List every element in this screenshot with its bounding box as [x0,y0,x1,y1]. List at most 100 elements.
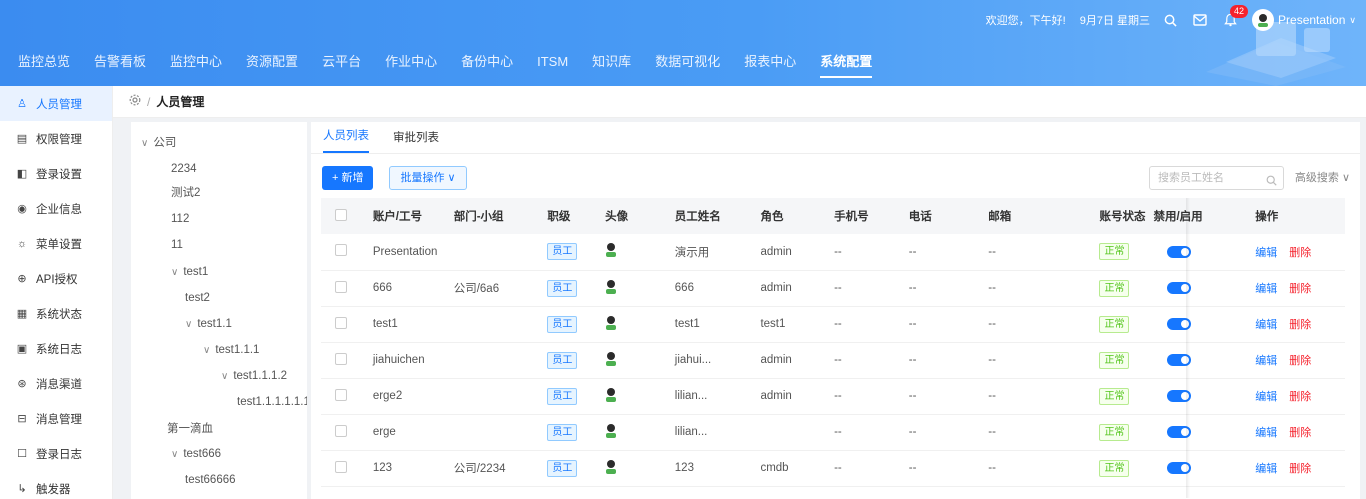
sidebar-item-user-management[interactable]: ♙ 人员管理 [0,86,112,121]
tab-user-list[interactable]: 人员列表 [323,127,369,153]
edit-link[interactable]: 编辑 [1255,283,1277,295]
table-row[interactable]: jiahuichen 员工 jiahui... admin -- -- -- 正… [321,342,1345,379]
row-checkbox[interactable] [335,352,347,365]
row-checkbox[interactable] [335,424,347,437]
sidebar-item-login-settings[interactable]: ◧ 登录设置 [0,156,112,191]
delete-link[interactable]: 删除 [1289,355,1311,367]
tree-node[interactable]: test2 [185,285,210,311]
tree-node[interactable]: ∨ test1.1 [185,311,232,337]
edit-link[interactable]: 编辑 [1255,463,1277,475]
edit-link[interactable]: 编辑 [1255,319,1277,331]
nav-item-itsm[interactable]: ITSM [525,44,580,80]
settings-icon[interactable] [129,94,141,109]
column-header: 邮箱 [980,198,1092,234]
name-cell: 演示用 [666,234,753,271]
nav-item-knowledge-base[interactable]: 知识库 [580,44,643,80]
sidebar-item-enterprise-info[interactable]: ◉ 企业信息 [0,191,112,226]
nav-item-system-config[interactable]: 系统配置 [808,44,884,80]
edit-link[interactable]: 编辑 [1255,355,1277,367]
dept-cell [445,306,540,343]
top-user-bar: 欢迎您，下午好! 9月7日 星期三 42 Presentation ∨ [986,0,1366,40]
tree-node[interactable]: ∨ test1.1.1 [203,337,259,363]
mail-icon[interactable] [1192,12,1208,28]
table-row[interactable]: Presentation 员工 演示用 admin -- -- -- 正常 编辑… [321,234,1345,271]
sidebar-item-api-auth[interactable]: ⊕ API授权 [0,261,112,296]
table-row[interactable]: 666 公司/6a6 员工 666 admin -- -- -- 正常 编辑 删除 [321,270,1345,307]
edit-link[interactable]: 编辑 [1255,427,1277,439]
delete-link[interactable]: 删除 [1289,247,1311,259]
mobile-cell: -- [826,234,901,271]
tree-node[interactable]: 11 [171,232,183,258]
tree-node[interactable]: ∨ test1.1.1.2 [221,363,287,389]
advanced-search-button[interactable]: 高级搜索 ∨ [1295,166,1350,190]
add-button[interactable]: + 新增 [322,166,374,190]
delete-link[interactable]: 删除 [1289,319,1311,331]
sidebar-item-label: 系统日志 [36,343,82,356]
nav-item-report-center[interactable]: 报表中心 [732,44,808,80]
chevron-down-icon: ∨ [171,449,179,460]
nav-item-monitor-overview[interactable]: 监控总览 [0,44,82,80]
notification-icon[interactable]: 42 [1222,5,1249,28]
search-icon[interactable] [1162,12,1178,28]
sidebar-item-trigger[interactable]: ↳ 触发器 [0,471,112,499]
sidebar-item-system-log[interactable]: ▣ 系统日志 [0,331,112,366]
tree-node[interactable]: test1.1.1.1.1.1.1 [237,389,307,415]
tree-node[interactable]: ∨ test666 [171,441,221,467]
username: Presentation [1278,13,1346,27]
role-cell: admin [752,378,827,415]
sidebar-item-system-status[interactable]: ▦ 系统状态 [0,296,112,331]
row-checkbox[interactable] [335,280,347,293]
nav-item-alarm-board[interactable]: 告警看板 [82,44,158,80]
account-cell: 666 [364,270,446,307]
level-tag: 员工 [547,459,578,477]
user-menu[interactable]: Presentation ∨ [1252,9,1356,31]
table-row[interactable]: test1 员工 test1 test1 -- -- -- 正常 编辑 删除 [321,306,1345,343]
tree-node[interactable]: 2234 [171,156,197,182]
row-checkbox[interactable] [335,388,347,401]
tab-approval-list[interactable]: 审批列表 [393,129,439,153]
table-row[interactable]: 123 公司/2234 员工 123 cmdb -- -- -- 正常 编辑 删除 [321,450,1345,487]
select-all-checkbox-cell[interactable] [321,198,365,234]
nav-item-cloud-platform[interactable]: 云平台 [310,44,373,80]
tree-node[interactable]: 第一滴血 [167,416,213,442]
search-input[interactable]: 搜索员工姓名 [1149,166,1284,190]
sidebar-item-label: 触发器 [36,483,71,496]
nav-item-backup-center[interactable]: 备份中心 [449,44,525,80]
status-badge: 正常 [1099,243,1130,261]
table-row[interactable]: erge2 员工 lilian... admin -- -- -- 正常 编辑删… [321,378,1345,415]
sidebar-item-permission[interactable]: ▤ 权限管理 [0,121,112,156]
sidebar-item-menu-settings[interactable]: ☼ 菜单设置 [0,226,112,261]
delete-link[interactable]: 删除 [1289,427,1311,439]
sidebar-item-login-log[interactable]: ☐ 登录日志 [0,436,112,471]
sidebar-item-message-channel[interactable]: ⊛ 消息渠道 [0,366,112,401]
row-checkbox[interactable] [335,244,347,257]
name-cell: 123 [666,450,753,487]
search-icon[interactable] [1266,172,1277,194]
tree-node[interactable]: 测试2 [171,180,200,206]
tree-node[interactable]: 112 [171,206,189,232]
nav-item-monitor-center[interactable]: 监控中心 [158,44,234,80]
delete-link[interactable]: 删除 [1289,391,1311,403]
role-cell: admin [752,342,827,379]
tree-node[interactable]: ∨ test1 [171,259,208,285]
sidebar-item-message-management[interactable]: ⊟ 消息管理 [0,401,112,436]
nav-item-resource-config[interactable]: 资源配置 [234,44,310,80]
batch-operation-button[interactable]: 批量操作 ∨ [389,166,467,190]
select-all-checkbox[interactable] [335,208,347,221]
sidebar-item-label: 消息渠道 [36,378,82,391]
edit-link[interactable]: 编辑 [1255,391,1277,403]
tree-node[interactable]: test66666 [185,467,236,493]
delete-link[interactable]: 删除 [1289,463,1311,475]
row-checkbox[interactable] [335,460,347,473]
user-table: 账户/工号 部门-小组 职级 头像 员工姓名 角色 手机号 电话 邮箱 账号状态… [321,198,1345,487]
delete-link[interactable]: 删除 [1289,283,1311,295]
level-tag: 员工 [547,423,578,441]
account-cell: Presentation [364,234,446,271]
edit-link[interactable]: 编辑 [1255,247,1277,259]
table-row[interactable]: erge 员工 lilian... -- -- -- 正常 编辑 删除 [321,414,1345,451]
row-checkbox[interactable] [335,316,347,329]
avatar [1252,9,1275,31]
nav-item-data-visualization[interactable]: 数据可视化 [643,44,732,80]
tree-node[interactable]: ∨ 公司 [141,130,176,156]
nav-item-job-center[interactable]: 作业中心 [373,44,449,80]
